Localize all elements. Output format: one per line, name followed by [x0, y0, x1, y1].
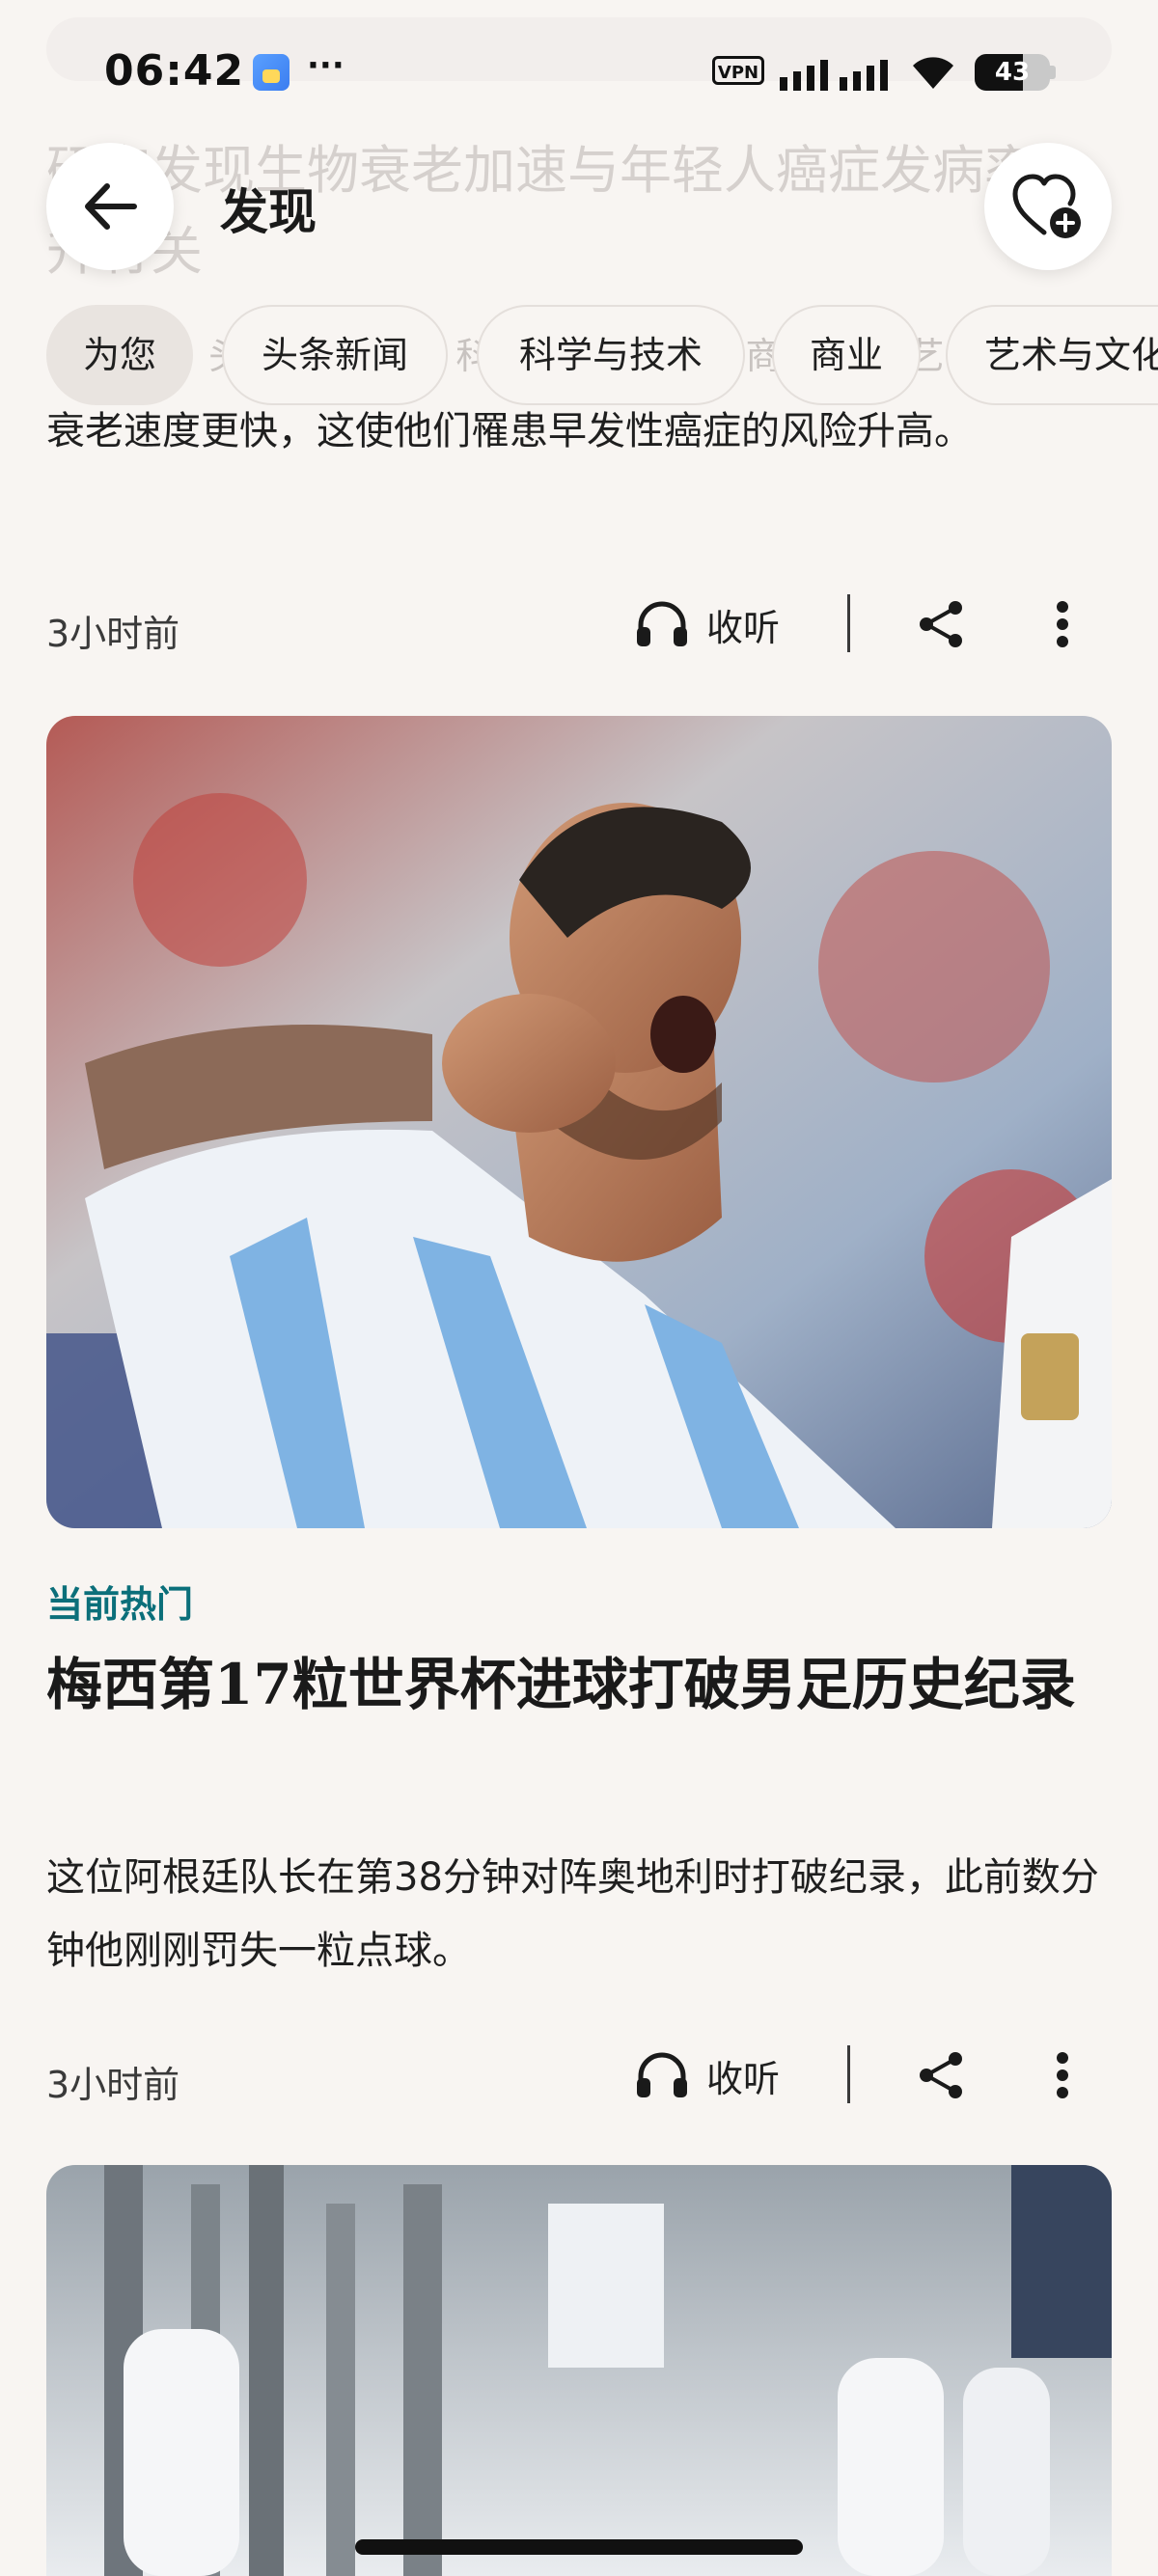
divider	[847, 2045, 850, 2103]
article-meta-row: 3小时前 收听	[46, 590, 1112, 658]
share-button[interactable]	[907, 590, 975, 658]
article-summary[interactable]: 这位阿根廷队长在第38分钟对阵奥地利时打破纪录，此前数分钟他刚刚罚失一粒点球。	[46, 1841, 1117, 1987]
home-indicator[interactable]	[355, 2539, 803, 2555]
more-options-button[interactable]	[1038, 590, 1087, 658]
wifi-icon	[913, 57, 953, 89]
more-vertical-icon	[1057, 2052, 1068, 2098]
more-notifications-icon: ···	[307, 46, 345, 85]
share-button[interactable]	[907, 2042, 975, 2109]
tab-top-news[interactable]: 头条新闻	[222, 305, 448, 405]
headphones-icon	[637, 2052, 687, 2097]
article-image[interactable]	[46, 2165, 1112, 2576]
share-icon	[920, 2052, 962, 2098]
more-options-button[interactable]	[1038, 2042, 1087, 2109]
listen-button[interactable]: 收听	[635, 2042, 780, 2109]
article-headline[interactable]: 梅西第17粒世界杯进球打破男足历史纪录	[46, 1640, 1117, 1729]
listen-button[interactable]: 收听	[635, 590, 780, 658]
article-time: 3小时前	[46, 2064, 180, 2106]
arrow-left-icon	[85, 183, 137, 230]
status-time: 06:42	[104, 46, 245, 96]
share-icon	[920, 601, 962, 647]
listen-label: 收听	[706, 606, 781, 649]
article-summary[interactable]: 衰老速度更快，这使他们罹患早发性癌症的风险升高。	[46, 396, 1117, 467]
back-button[interactable]	[46, 143, 174, 270]
faded-article-title: 研究发现生物衰老加速与年轻人癌症发病率上升有关	[46, 140, 1089, 282]
status-bar: 06:42 ··· VPN 43	[0, 0, 1158, 145]
tab-arts-culture[interactable]: 艺术与文化	[946, 305, 1158, 405]
tab-for-you[interactable]: 为您	[46, 305, 193, 405]
article-time: 3小时前	[46, 613, 180, 655]
gallery-app-icon	[253, 54, 290, 91]
listen-label: 收听	[706, 2057, 781, 2100]
add-favorite-button[interactable]	[984, 143, 1112, 270]
divider	[847, 594, 850, 652]
page-title: 发现	[220, 184, 317, 240]
vpn-icon: VPN	[712, 56, 764, 85]
headphones-icon	[637, 601, 687, 646]
tab-science-tech[interactable]: 科学与技术	[477, 305, 745, 405]
battery-level: 43	[994, 58, 1031, 87]
battery-tip	[1050, 66, 1056, 79]
heart-plus-icon	[1012, 174, 1081, 238]
tab-business[interactable]: 商业	[772, 305, 921, 405]
category-label: 当前热门	[46, 1583, 194, 1626]
article-meta-row: 3小时前 收听	[46, 2042, 1112, 2109]
more-vertical-icon	[1057, 601, 1068, 647]
article-image[interactable]	[46, 716, 1112, 1528]
battery-icon: 43	[975, 54, 1050, 91]
signal-icon	[780, 60, 888, 91]
